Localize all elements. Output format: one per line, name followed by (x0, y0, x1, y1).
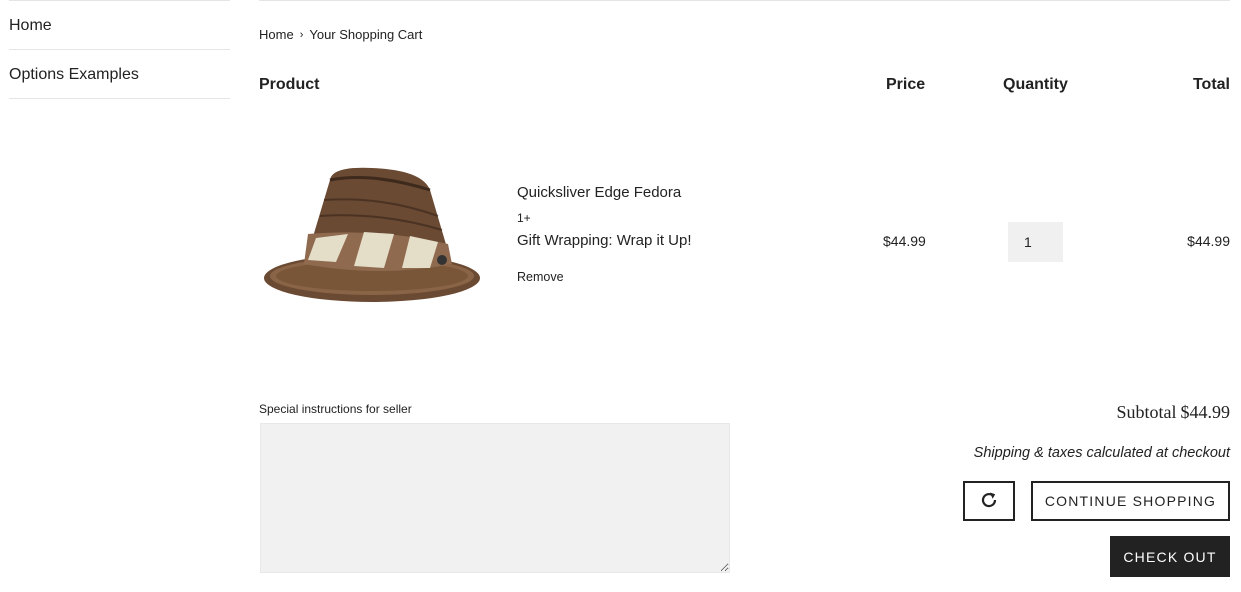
subtotal: Subtotal $44.99 (1116, 402, 1230, 423)
special-instructions-label: Special instructions for seller (259, 402, 412, 416)
checkout-button[interactable]: CHECK OUT (1110, 536, 1230, 577)
header-divider (259, 0, 1230, 1)
special-instructions-textarea[interactable] (260, 423, 730, 573)
product-title-link[interactable]: Quicksliver Edge Fedora (517, 184, 681, 201)
breadcrumb: Home › Your Shopping Cart (259, 27, 422, 42)
breadcrumb-home-link[interactable]: Home (259, 27, 294, 42)
subtotal-value: $44.99 (1180, 402, 1231, 422)
shipping-note: Shipping & taxes calculated at checkout (973, 445, 1230, 461)
sidebar-item-home[interactable]: Home (9, 1, 230, 50)
sidebar-item-options-examples[interactable]: Options Examples (9, 50, 230, 99)
product-option: Gift Wrapping: Wrap it Up! (517, 232, 692, 249)
column-header-total: Total (1192, 76, 1230, 93)
column-header-quantity: Quantity (1003, 76, 1068, 93)
column-header-price: Price (886, 76, 926, 93)
remove-item-link[interactable]: Remove (517, 270, 564, 284)
breadcrumb-current: Your Shopping Cart (309, 27, 423, 42)
breadcrumb-separator: › (299, 28, 304, 41)
quantity-input[interactable] (1008, 222, 1063, 262)
continue-shopping-button[interactable]: CONTINUE SHOPPING (1031, 481, 1230, 521)
product-variant: 1+ (517, 211, 531, 225)
sidebar-nav: Home Options Examples (9, 0, 230, 99)
refresh-icon (979, 490, 999, 513)
column-header-product: Product (259, 76, 320, 93)
fedora-hat-image[interactable] (262, 160, 486, 310)
item-total: $44.99 (1187, 233, 1230, 249)
item-price: $44.99 (883, 233, 926, 249)
update-cart-button[interactable] (963, 481, 1015, 521)
subtotal-label: Subtotal (1116, 402, 1177, 422)
